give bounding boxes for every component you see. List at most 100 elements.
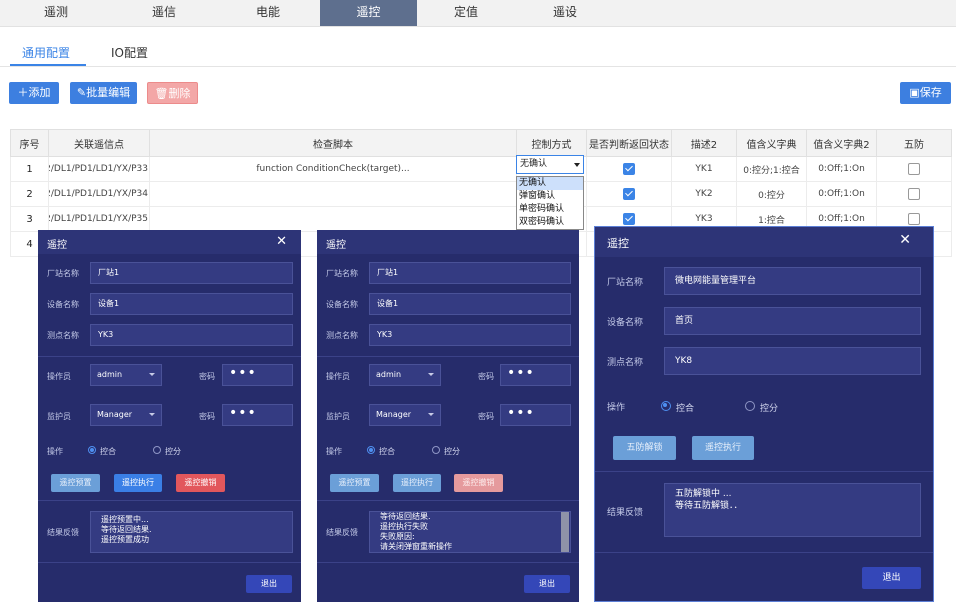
row-desc2[interactable]: YK1 [671, 156, 737, 182]
chevron-down-icon [428, 413, 434, 416]
checkbox-checked[interactable] [623, 163, 635, 175]
password-field[interactable]: ••• [222, 364, 293, 386]
row-dict[interactable]: 0:控分;1:控合 [736, 156, 807, 182]
batch-edit-button[interactable]: ✎批量编辑 [70, 82, 137, 104]
option-no-confirm[interactable]: 无确认 [517, 177, 583, 190]
guardian-select[interactable]: Manager [369, 404, 441, 426]
subtab-io[interactable]: IO配置 [111, 44, 148, 61]
guardian-select[interactable]: Manager [90, 404, 162, 426]
divider [595, 471, 933, 472]
password2-field[interactable]: ••• [222, 404, 293, 426]
row-return-check[interactable] [586, 181, 672, 207]
wufang-unlock-button[interactable]: 五防解锁 [613, 436, 676, 460]
save-button[interactable]: ▣保存 [900, 82, 951, 104]
tab-setting-value[interactable]: 定值 [428, 0, 504, 26]
add-button[interactable]: ＋添加 [9, 82, 59, 104]
option-popup-confirm[interactable]: 弹窗确认 [517, 190, 583, 203]
delete-button[interactable]: 🗑删除 [147, 82, 198, 104]
col-index: 序号 [10, 129, 49, 157]
point-field[interactable]: YK8 [664, 347, 921, 375]
password-field[interactable]: ••• [500, 364, 571, 386]
exit-button[interactable]: 退出 [862, 567, 921, 589]
row-desc2[interactable]: YK2 [671, 181, 737, 207]
row-wufang[interactable] [876, 181, 952, 207]
row-point[interactable]: S2/DL1/PD1/LD1/YX/P34 [48, 181, 150, 207]
device-field[interactable]: 首页 [664, 307, 921, 335]
operator-select[interactable]: admin [369, 364, 441, 386]
execute-button[interactable]: 遥控执行 [114, 474, 162, 492]
row-point[interactable]: S2/DL1/PD1/LD1/YX/P35 [48, 206, 150, 232]
checkbox-unchecked[interactable] [908, 163, 920, 175]
radio-close[interactable] [88, 446, 96, 454]
close-icon[interactable]: ✕ [899, 232, 911, 248]
radio-open[interactable] [153, 446, 161, 454]
tab-energy[interactable]: 电能 [230, 0, 306, 26]
row-dict[interactable]: 0:控分 [736, 181, 807, 207]
divider [317, 562, 579, 563]
row-wufang[interactable] [876, 156, 952, 182]
station-label: 厂站名称 [607, 278, 644, 288]
row-script[interactable] [149, 206, 517, 232]
exit-button[interactable]: 退出 [524, 575, 570, 593]
station-field[interactable]: 厂站1 [90, 262, 293, 284]
station-field[interactable]: 厂站1 [369, 262, 571, 284]
option-single-password[interactable]: 单密码确认 [517, 203, 583, 216]
cancel-button[interactable]: 遥控撤销 [454, 474, 503, 492]
row-return-check[interactable] [586, 156, 672, 182]
device-field[interactable]: 设备1 [369, 293, 571, 315]
point-field[interactable]: YK3 [90, 324, 293, 346]
option-double-password[interactable]: 双密码确认 [517, 216, 583, 229]
chevron-down-icon [574, 163, 580, 167]
password2-field[interactable]: ••• [500, 404, 571, 426]
feedback-box: 等待返回结果. 遥控执行失败 失败原因: 请关闭弹窗重新操作 [369, 511, 571, 553]
tab-telesignal[interactable]: 遥信 [126, 0, 202, 26]
divider [38, 356, 301, 357]
subtab-general[interactable]: 通用配置 [22, 44, 70, 61]
guardian-label: 监护员 [47, 412, 71, 421]
close-icon[interactable]: ✕ [276, 234, 287, 249]
row-dict2[interactable]: 0:Off;1:On [806, 156, 877, 182]
remote-control-dialog-3: 遥控 ✕ 厂站名称 微电网能量管理平台 设备名称 首页 测点名称 YK8 操作 … [594, 226, 934, 602]
table-row[interactable]: 2 S2/DL1/PD1/LD1/YX/P34 YK2 0:控分 0:Off;1… [10, 181, 952, 207]
radio-close[interactable] [367, 446, 375, 454]
exit-button[interactable]: 退出 [246, 575, 292, 593]
row-point[interactable]: S2/DL1/PD1/LD1/YX/P33 [48, 156, 150, 182]
cancel-button[interactable]: 遥控撤销 [176, 474, 225, 492]
execute-button[interactable]: 遥控执行 [692, 436, 754, 460]
device-field[interactable]: 设备1 [90, 293, 293, 315]
station-field[interactable]: 微电网能量管理平台 [664, 267, 921, 295]
scrollbar[interactable] [561, 512, 569, 552]
save-label: 保存 [919, 86, 942, 99]
preset-button[interactable]: 遥控预置 [330, 474, 379, 492]
divider [38, 562, 301, 563]
checkbox-unchecked[interactable] [908, 213, 920, 225]
control-mode-value: 无确认 [520, 159, 548, 169]
add-button-label: 添加 [28, 86, 51, 99]
row-script[interactable]: function ConditionCheck(target)... [149, 156, 517, 182]
col-linked-point: 关联遥信点 [48, 129, 150, 157]
radio-open[interactable] [745, 401, 755, 411]
radio-open[interactable] [432, 446, 440, 454]
radio-close[interactable] [661, 401, 671, 411]
operator-select[interactable]: admin [90, 364, 162, 386]
tab-remote-setting[interactable]: 遥设 [527, 0, 603, 26]
dialog-header [595, 227, 933, 257]
dialog-header [317, 230, 579, 254]
divider [317, 500, 579, 501]
execute-button[interactable]: 遥控执行 [393, 474, 441, 492]
row-dict2[interactable]: 0:Off;1:On [806, 181, 877, 207]
save-icon: ▣ [909, 86, 920, 99]
point-field[interactable]: YK3 [369, 324, 571, 346]
row-script[interactable] [149, 181, 517, 207]
delete-label: 删除 [168, 87, 191, 100]
checkbox-checked[interactable] [623, 213, 635, 225]
control-mode-select[interactable]: 无确认 [516, 155, 584, 174]
chevron-down-icon [149, 413, 155, 416]
checkbox-checked[interactable] [623, 188, 635, 200]
tab-telemetry[interactable]: 遥测 [18, 0, 94, 26]
password2-label: 密码 [199, 412, 215, 421]
table-row[interactable]: 1 S2/DL1/PD1/LD1/YX/P33 function Conditi… [10, 156, 952, 182]
preset-button[interactable]: 遥控预置 [51, 474, 100, 492]
checkbox-unchecked[interactable] [908, 188, 920, 200]
tab-remote-control[interactable]: 遥控 [320, 0, 417, 26]
